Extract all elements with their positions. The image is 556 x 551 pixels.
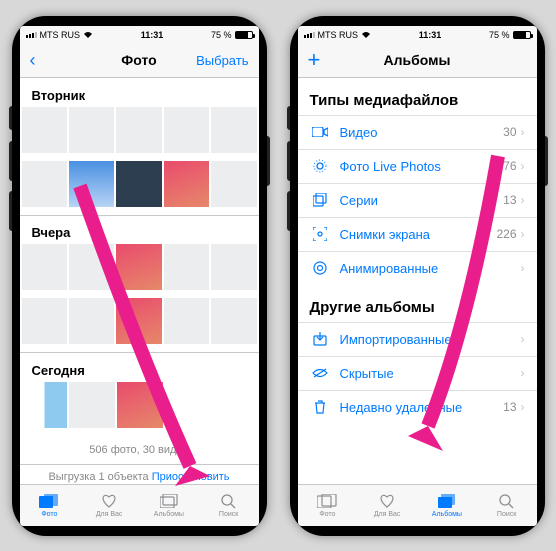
phone-left: MTS RUS 11:31 75 % ‹ Фото Выбрать Вторни… [12,16,267,536]
row-recently-deleted[interactable]: Недавно удаленные 13 › [298,390,537,424]
chevron-right-icon: › [517,332,525,346]
thumbnail-row[interactable] [20,244,259,298]
tab-search[interactable]: Поиск [199,485,259,526]
row-imported[interactable]: Импортированные › [298,322,537,356]
search-icon [499,492,514,510]
pause-upload-link[interactable]: Приостановить [152,471,230,483]
tab-foryou[interactable]: Для Вас [357,485,417,526]
search-icon [221,492,236,510]
tab-photos[interactable]: Фото [298,485,358,526]
tab-photos[interactable]: Фото [20,485,80,526]
header-other-albums: Другие альбомы [298,285,537,322]
trash-icon [310,400,330,414]
photos-icon [317,492,337,510]
video-icon [310,127,330,137]
upload-status: Выгрузка 1 объекта Приостановить [20,464,259,484]
thumbnail-row[interactable] [20,298,259,352]
albums-icon [438,492,456,510]
signal-icon [304,32,315,38]
row-animated[interactable]: Анимированные › [298,251,537,285]
heart-icon [379,492,395,510]
thumbnail-row[interactable] [20,107,259,161]
tab-albums[interactable]: Альбомы [417,485,477,526]
wifi-icon [83,31,93,39]
livephoto-icon [310,159,330,173]
clock: 11:31 [371,30,489,40]
thumbnail-row[interactable] [20,161,259,215]
chevron-right-icon: › [517,227,525,241]
chevron-right-icon: › [517,261,525,275]
add-button[interactable]: + [308,49,364,71]
carrier: MTS RUS [40,30,81,40]
phone-right: MTS RUS 11:31 75 % + Альбомы Типы медиаф… [290,16,545,536]
page-title: Альбомы [384,52,451,68]
thumbnail-row[interactable] [20,382,259,436]
statusbar: MTS RUS 11:31 75 % [20,26,259,44]
tab-albums[interactable]: Альбомы [139,485,199,526]
chevron-right-icon: › [517,125,525,139]
section-tuesday: Вторник [20,78,259,107]
tabbar: Фото Для Вас Альбомы Поиск [20,484,259,526]
albums-content: Типы медиафайлов Видео 30 › Фото Live Ph… [298,78,537,484]
heart-icon [101,492,117,510]
row-hidden[interactable]: Скрытые › [298,356,537,390]
screenshot-icon [310,227,330,241]
select-button[interactable]: Выбрать [192,53,248,68]
tabbar: Фото Для Вас Альбомы Поиск [298,484,537,526]
chevron-right-icon: › [517,400,525,414]
carrier: MTS RUS [318,30,359,40]
tab-search[interactable]: Поиск [477,485,537,526]
photos-icon [39,492,59,510]
page-title: Фото [121,52,156,68]
import-icon [310,332,330,346]
animated-icon [310,261,330,275]
tab-foryou[interactable]: Для Вас [79,485,139,526]
chevron-right-icon: › [517,193,525,207]
hidden-icon [310,368,330,378]
chevron-right-icon: › [517,366,525,380]
battery-pct: 75 % [211,30,232,40]
signal-icon [26,32,37,38]
row-video[interactable]: Видео 30 › [298,115,537,149]
summary-count: 506 фото, 30 видео [20,436,259,464]
battery-pct: 75 % [489,30,510,40]
battery-icon [235,31,253,39]
row-screenshots[interactable]: Снимки экрана 226 › [298,217,537,251]
wifi-icon [361,31,371,39]
clock: 11:31 [93,30,211,40]
burst-icon [310,193,330,207]
back-button[interactable]: ‹ [30,50,86,71]
row-bursts[interactable]: Серии 13 › [298,183,537,217]
photos-content: Вторник Вчера Сегодня 506 фото, 30 видео [20,78,259,484]
navbar: + Альбомы [298,44,537,78]
section-today: Сегодня [20,353,259,382]
statusbar: MTS RUS 11:31 75 % [298,26,537,44]
chevron-right-icon: › [517,159,525,173]
navbar: ‹ Фото Выбрать [20,44,259,78]
section-yesterday: Вчера [20,215,259,244]
battery-icon [513,31,531,39]
header-media-types: Типы медиафайлов [298,78,537,115]
albums-icon [160,492,178,510]
row-livephotos[interactable]: Фото Live Photos 76 › [298,149,537,183]
